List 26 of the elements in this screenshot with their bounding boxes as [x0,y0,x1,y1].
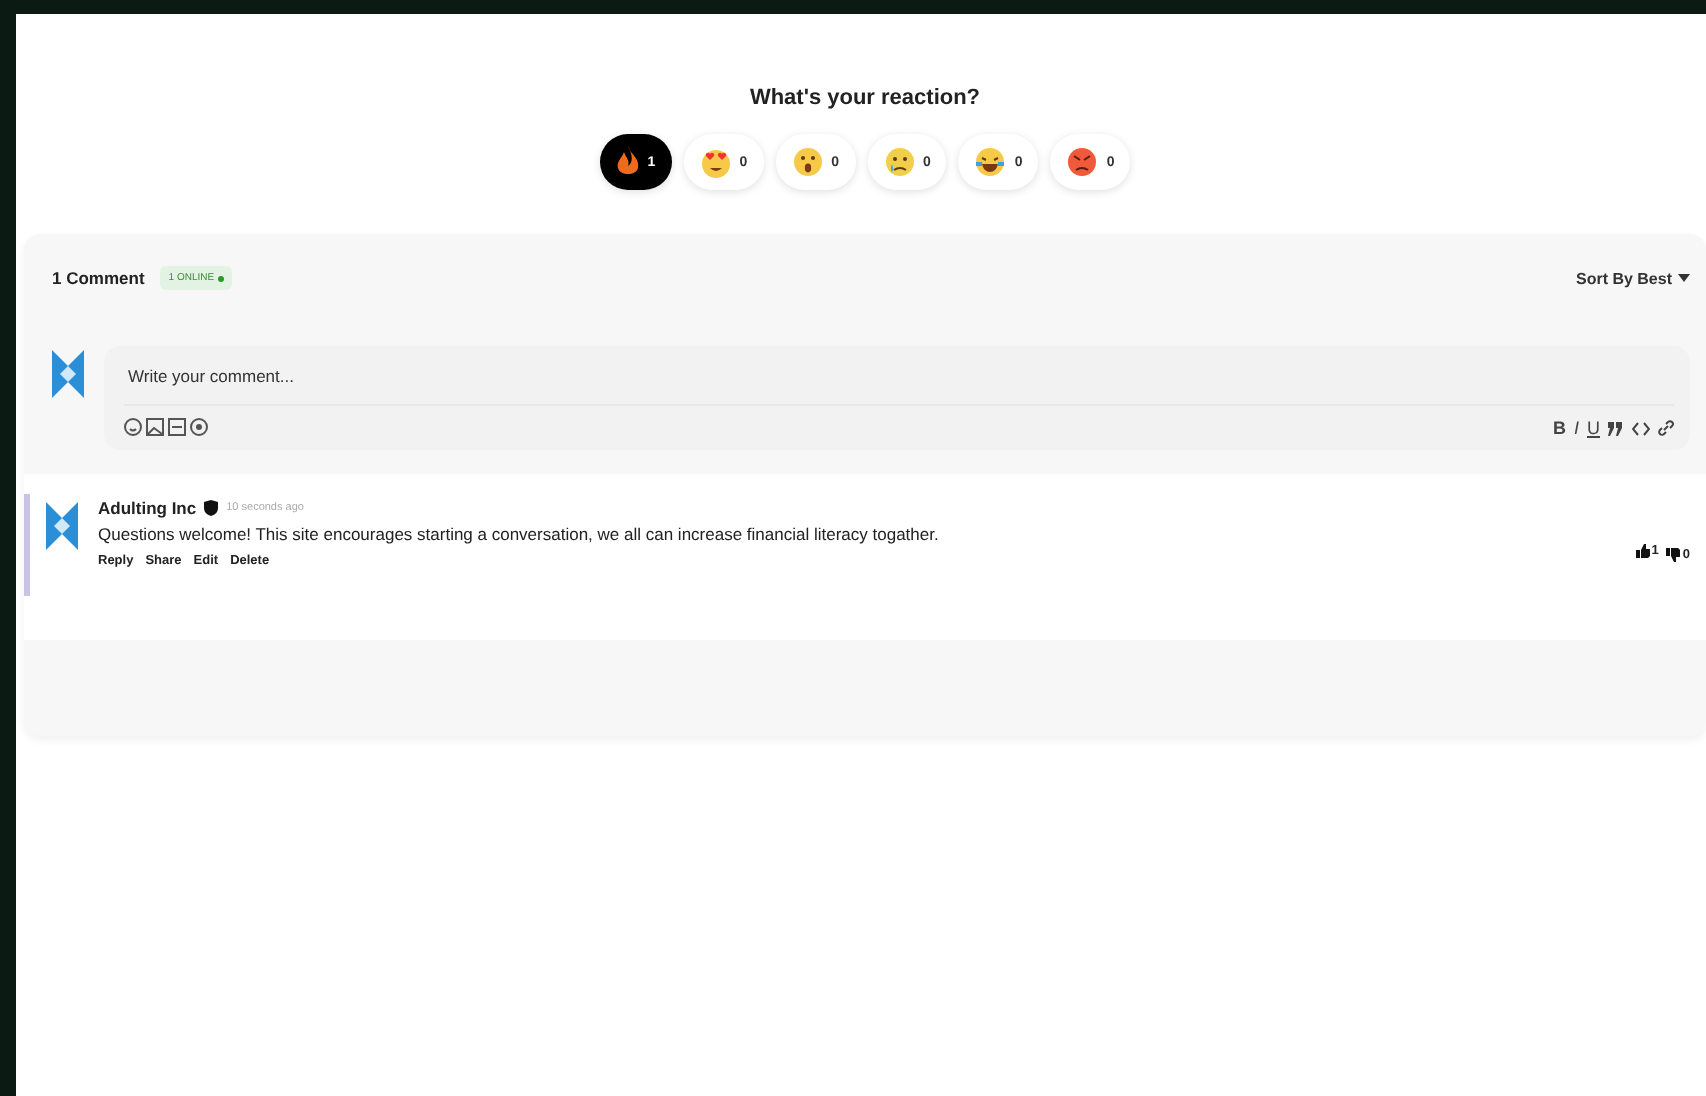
heart-eyes-face-icon [699,146,732,178]
quote-icon[interactable] [1608,421,1624,435]
format-button[interactable]: I [1573,418,1579,438]
flame-icon [615,146,640,178]
laughing-face-icon [974,146,1007,178]
target-icon[interactable] [190,418,208,436]
format-button[interactable]: U [1587,418,1600,438]
avatar-logo-icon [48,346,88,402]
sort-dropdown[interactable]: Sort By Best [1575,269,1690,287]
reaction-title: What's your reaction? [749,86,981,110]
comment-text: Questions welcome! This site encourages starting a conversation, we all can increase financial literacy togather. [98,524,939,544]
surprised-face-icon [791,146,824,178]
link-icon[interactable] [1658,420,1674,436]
format-button[interactable]: B [1552,418,1566,438]
angry-face-icon [1066,146,1099,178]
gif-icon[interactable] [168,418,186,436]
crying-face-icon [883,146,915,178]
emoji-icon[interactable] [124,418,142,436]
comment-field[interactable]: Write your comment... B I U [104,346,1690,450]
avatar-logo-icon [42,498,82,554]
caret-icon [1678,274,1690,282]
code-icon[interactable] [1632,421,1650,435]
comment-count: 1 Comment [52,268,145,288]
comment-author[interactable]: Adulting Inc [98,498,197,518]
shield-icon [204,500,219,516]
image-icon[interactable] [146,418,164,436]
